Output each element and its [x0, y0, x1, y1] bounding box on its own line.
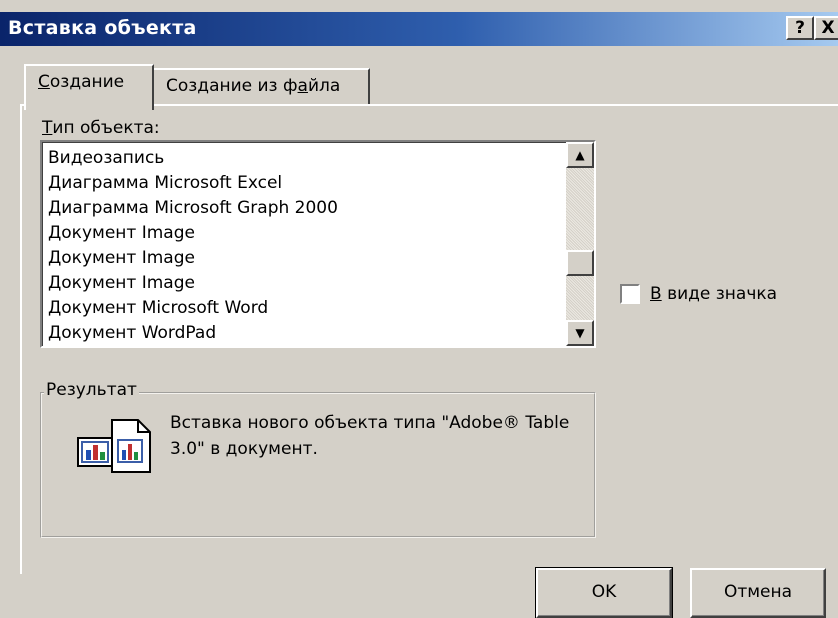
list-item[interactable]: Документ Microsoft Word [48, 296, 338, 321]
display-as-icon-text: виде значка [661, 284, 778, 304]
display-as-icon-accel: В [650, 284, 662, 304]
list-item[interactable]: Диаграмма Microsoft Excel [48, 171, 338, 196]
tab-create-accel: С [38, 72, 50, 92]
tab-create-from-file[interactable]: Создание из файла [154, 68, 370, 104]
result-text: Вставка нового объекта типа "Adobe® Tabl… [170, 413, 570, 459]
display-as-icon[interactable]: В виде значка [620, 284, 777, 304]
triangle-up-icon: ▲ [575, 148, 585, 162]
scroll-down-button[interactable]: ▼ [566, 320, 594, 346]
help-button[interactable]: ? [786, 16, 814, 40]
tab-create[interactable]: Создание [24, 64, 154, 110]
close-button[interactable]: X [814, 16, 838, 40]
ok-button[interactable]: OK [535, 567, 673, 618]
list-item[interactable]: Документ Image [48, 246, 338, 271]
triangle-down-icon: ▼ [575, 326, 585, 340]
scroll-up-button[interactable]: ▲ [566, 142, 594, 168]
tab-file-label-post: йла [307, 76, 341, 96]
object-type-list[interactable]: Видеозапись Диаграмма Microsoft Excel Диаг… [40, 140, 596, 348]
object-type-label-accel: Т [42, 118, 53, 138]
display-as-icon-label: В виде значка [650, 284, 777, 304]
list-item[interactable]: Документ WordPad [48, 321, 338, 346]
scroll-thumb[interactable] [566, 250, 594, 276]
window-title: Вставка объекта [8, 17, 197, 39]
object-type-label: Тип объекта: [42, 118, 160, 138]
cancel-button[interactable]: Отмена [690, 568, 826, 618]
object-type-items: Видеозапись Диаграмма Microsoft Excel Диаг… [48, 146, 338, 346]
tab-create-label: оздание [49, 72, 125, 92]
list-item[interactable]: Документ Image [48, 221, 338, 246]
tab-file-label-pre: Создание из ф [166, 76, 298, 96]
list-scrollbar[interactable]: ▲ ▼ [566, 142, 594, 346]
title-bar[interactable]: Вставка объекта ? X [0, 12, 838, 46]
chart-document-icon [77, 419, 151, 473]
tab-file-accel: а [297, 76, 308, 96]
list-item[interactable]: Документ Image [48, 271, 338, 296]
result-group: Результат Вставка нового объекта типа "A… [40, 380, 596, 538]
result-title: Результат [44, 380, 139, 400]
list-item[interactable]: Диаграмма Microsoft Graph 2000 [48, 196, 338, 221]
display-as-icon-checkbox[interactable] [620, 284, 640, 304]
object-type-label-text: ип объекта: [52, 118, 160, 138]
list-item[interactable]: Видеозапись [48, 146, 338, 171]
